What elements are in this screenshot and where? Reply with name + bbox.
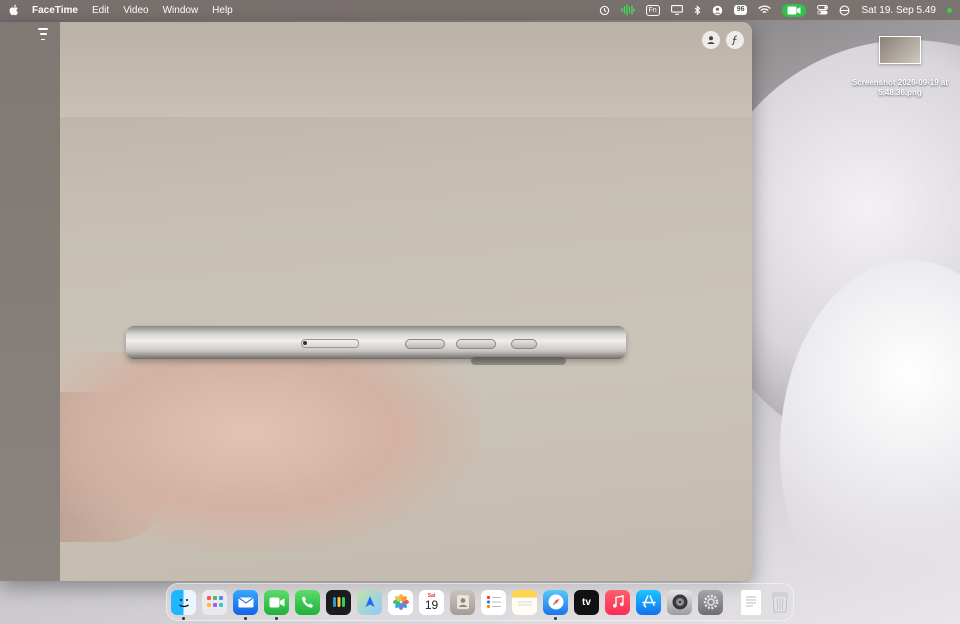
running-indicator [244, 616, 247, 620]
dock: Sat 19 tv [166, 583, 794, 621]
facetime-window [0, 22, 752, 581]
file-thumbnail [879, 36, 921, 64]
phone-volume-up [405, 339, 445, 349]
bluetooth-icon[interactable] [694, 3, 701, 17]
dock-photos-icon[interactable] [388, 589, 413, 615]
dock-phone-icon[interactable] [295, 589, 320, 615]
dock-trash-icon[interactable] [767, 590, 792, 615]
fn-keyboard-icon[interactable]: Fn [645, 3, 660, 17]
dock-facetime-icon[interactable] [264, 589, 289, 620]
video-phone-object [126, 326, 626, 365]
video-hand [60, 352, 480, 552]
tv-label: tv [582, 596, 591, 608]
user-account-icon[interactable] [712, 3, 723, 17]
dock-passwords-icon[interactable] [326, 589, 351, 615]
dock-tv-icon[interactable]: tv [574, 589, 599, 615]
dock-disk-utility-icon[interactable] [667, 589, 692, 615]
menu-video[interactable]: Video [123, 5, 148, 16]
battery-percent: 96 [733, 5, 748, 15]
effects-button[interactable] [726, 31, 744, 49]
recording-indicator-icon [947, 7, 952, 13]
dock-mail-icon[interactable] [233, 589, 258, 620]
menu-app-facetime[interactable]: FaceTime [32, 5, 78, 16]
menubar-clock[interactable]: Sat 19. Sep 5.49 [861, 5, 936, 16]
sidebar-toggle-icon[interactable] [36, 28, 50, 40]
menu-edit[interactable]: Edit [92, 5, 109, 16]
camera-in-use-icon[interactable] [782, 3, 807, 17]
running-indicator [275, 616, 278, 620]
menu-window[interactable]: Window [163, 5, 199, 16]
dock-document-icon[interactable] [741, 589, 761, 615]
dock-calendar-icon[interactable]: Sat 19 [419, 589, 444, 615]
phone-sim-hole [303, 341, 307, 345]
control-center-icon[interactable] [817, 3, 829, 17]
wifi-icon[interactable] [758, 3, 772, 17]
phone-sim-tray [301, 339, 359, 348]
dock-app-store-icon[interactable] [636, 589, 661, 615]
dock-notes-icon[interactable] [512, 589, 537, 615]
video-blur-left [0, 22, 60, 581]
display-icon[interactable] [670, 3, 683, 17]
phone-action-button [511, 339, 537, 349]
dock-reminders-icon[interactable] [481, 589, 506, 615]
people-button[interactable] [702, 31, 720, 49]
phone-camera-bump [471, 357, 566, 365]
menu-help[interactable]: Help [212, 5, 233, 16]
time-machine-icon[interactable] [599, 3, 610, 17]
calendar-day: 19 [424, 597, 439, 612]
battery-indicator[interactable]: 96 [733, 3, 748, 17]
audio-waveform-icon[interactable] [620, 3, 635, 17]
running-indicator [182, 616, 185, 620]
apple-menu-icon[interactable] [8, 4, 20, 16]
fn-badge: Fn [645, 4, 660, 16]
phone-volume-down [456, 339, 496, 349]
dock-safari-icon[interactable] [543, 589, 568, 620]
dock-maps-icon[interactable] [357, 589, 382, 615]
dock-system-settings-icon[interactable] [698, 589, 723, 615]
dock-launchpad-icon[interactable] [202, 589, 227, 615]
video-background-wall [60, 22, 752, 117]
desktop-file-screenshot[interactable]: Screenshot 2026-09-19 at 5.48.36.png [840, 36, 960, 98]
dock-music-icon[interactable] [605, 589, 630, 615]
menu-bar: FaceTime Edit Video Window Help Fn 96 Sa… [0, 0, 960, 20]
file-name: Screenshot 2026-09-19 at 5.48.36.png [851, 78, 949, 97]
running-indicator [554, 616, 557, 620]
dock-finder-icon[interactable] [171, 589, 196, 620]
focus-icon[interactable] [839, 3, 850, 17]
dock-contacts-icon[interactable] [450, 589, 475, 615]
